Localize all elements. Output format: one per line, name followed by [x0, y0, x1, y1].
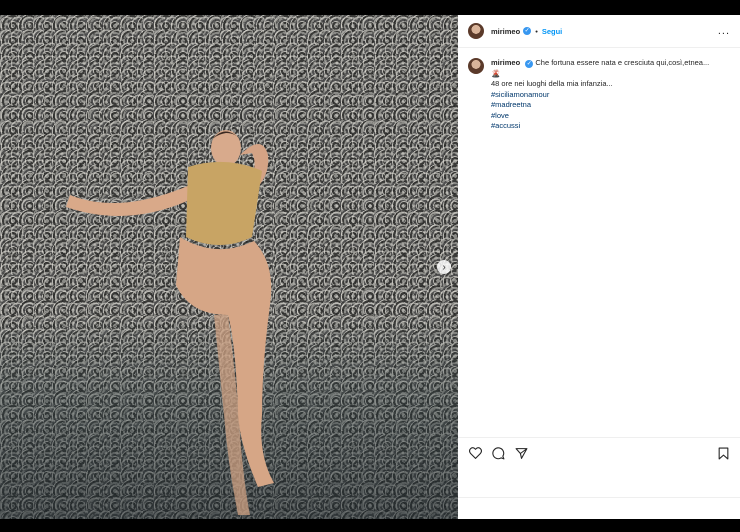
caption-avatar[interactable] [468, 58, 484, 74]
caption-text-line1: Che fortuna essere nata e cresciuta qui,… [535, 58, 710, 67]
post-actions [458, 437, 740, 468]
volcano-emoji: 🌋 [491, 68, 501, 78]
caption-text-line2: 48 ore nei luoghi della mia infanzia... [491, 79, 613, 88]
instagram-post: › mirimeo ✓ • Segui ... mirimeo ✓ Che fo… [0, 15, 740, 519]
more-options-icon[interactable]: ... [718, 25, 730, 37]
hashtag-link[interactable]: #love [491, 111, 709, 122]
comment-icon[interactable] [491, 446, 505, 460]
post-header: mirimeo ✓ • Segui ... [458, 15, 740, 48]
woman-figure [66, 130, 274, 515]
username-link[interactable]: mirimeo [491, 27, 520, 36]
separator: • [535, 26, 538, 36]
post-caption: mirimeo ✓ Che fortuna essere nata e cres… [458, 48, 740, 142]
hashtag-link[interactable]: #madreetna [491, 100, 709, 111]
caption-body: mirimeo ✓ Che fortuna essere nata e cres… [491, 58, 709, 132]
divider [458, 497, 740, 498]
post-sidebar: mirimeo ✓ • Segui ... mirimeo ✓ Che fort… [458, 15, 740, 519]
follow-button[interactable]: Segui [542, 27, 562, 36]
verified-badge-icon: ✓ [525, 60, 534, 68]
hashtag-link[interactable]: #accussi [491, 121, 709, 132]
post-photo[interactable]: › [0, 15, 458, 519]
hashtag-link[interactable]: #siciliamonamour [491, 90, 709, 101]
verified-badge-icon: ✓ [523, 27, 532, 35]
bookmark-icon[interactable] [716, 446, 730, 460]
share-icon[interactable] [514, 446, 528, 460]
heart-icon[interactable] [468, 446, 482, 460]
carousel-next-button[interactable]: › [437, 260, 451, 274]
avatar[interactable] [468, 23, 484, 39]
caption-username[interactable]: mirimeo [491, 58, 520, 67]
